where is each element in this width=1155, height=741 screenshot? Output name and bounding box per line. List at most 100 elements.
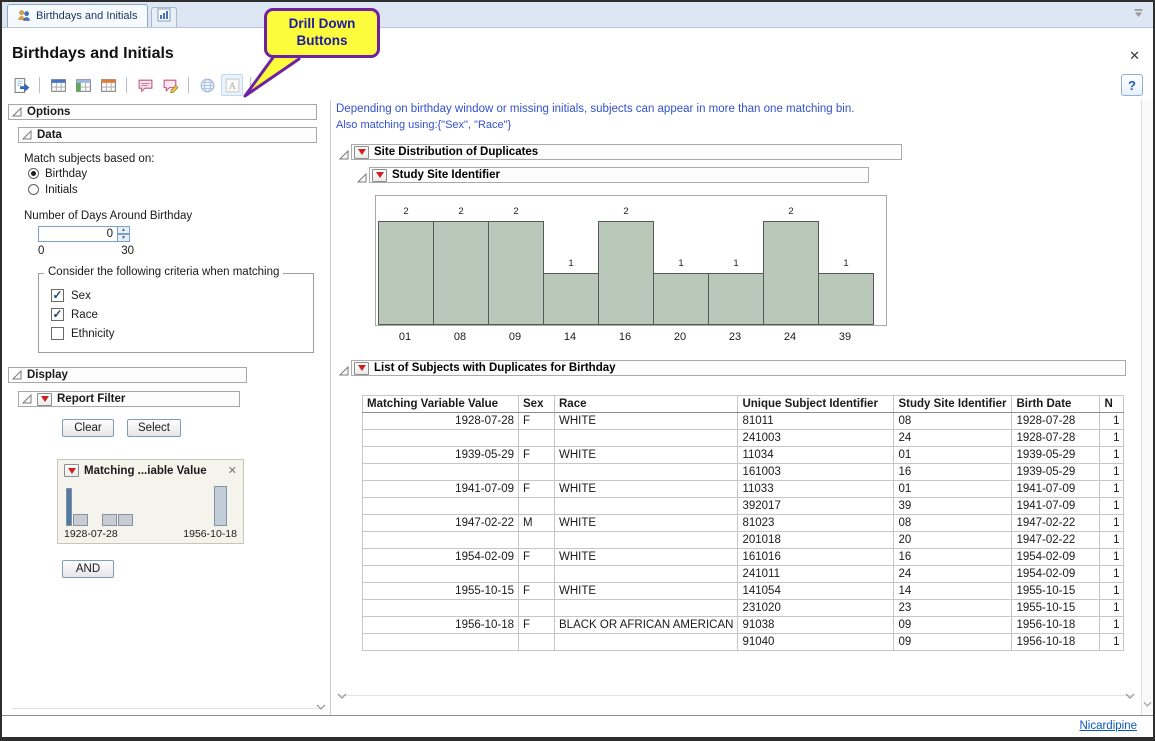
table-cell[interactable] <box>519 430 555 447</box>
font-annotation-button[interactable]: A <box>221 74 243 96</box>
table-cell[interactable]: 1956-10-18 <box>1012 617 1100 634</box>
table-cell[interactable]: 01 <box>894 481 1012 498</box>
close-icon[interactable]: ✕ <box>1129 48 1140 64</box>
table-cell[interactable]: 20 <box>894 532 1012 549</box>
study-site-header[interactable]: Study Site Identifier <box>369 167 869 183</box>
table-cell[interactable]: 81011 <box>738 413 894 430</box>
table-cell[interactable]: 1 <box>1100 413 1124 430</box>
vertical-scrollbar[interactable] <box>1141 100 1153 715</box>
table-cell[interactable]: WHITE <box>555 447 738 464</box>
table-cell[interactable]: 1954-02-09 <box>1012 566 1100 583</box>
checkbox-option[interactable]: ✓Sex <box>51 286 303 305</box>
table-row[interactable]: 1928-07-28FWHITE81011081928-07-281 <box>363 413 1124 430</box>
table-cell[interactable]: 91040 <box>738 634 894 651</box>
table-row[interactable]: 1941-07-09FWHITE11033011941-07-091 <box>363 481 1124 498</box>
site-distribution-header[interactable]: Site Distribution of Duplicates <box>351 144 902 160</box>
update-button[interactable] <box>196 74 218 96</box>
table-cell[interactable]: 201018 <box>738 532 894 549</box>
histogram-bar[interactable] <box>378 221 434 325</box>
table-cell[interactable]: 08 <box>894 413 1012 430</box>
table-cell[interactable]: 09 <box>894 634 1012 651</box>
table-cell[interactable]: 1928-07-28 <box>1012 430 1100 447</box>
help-button[interactable]: ? <box>1121 74 1143 96</box>
checkbox-option[interactable]: Ethnicity <box>51 324 303 343</box>
column-header[interactable]: N <box>1100 396 1124 413</box>
disclosure-icon[interactable] <box>22 394 32 404</box>
histogram-bar[interactable] <box>818 273 874 325</box>
table-cell[interactable] <box>519 566 555 583</box>
filter-histogram-bar[interactable] <box>66 488 72 526</box>
table-cell[interactable]: 1955-10-15 <box>1012 583 1100 600</box>
spinner-up-icon[interactable]: ▲ <box>118 226 130 234</box>
main-hscrollbar-track[interactable] <box>341 695 1131 696</box>
red-triangle-menu-button[interactable] <box>64 464 79 477</box>
table-cell[interactable]: 141054 <box>738 583 894 600</box>
table-cell[interactable] <box>555 634 738 651</box>
table-cell[interactable]: F <box>519 447 555 464</box>
new-report-button[interactable] <box>10 74 32 96</box>
table-row[interactable]: 392017391941-07-091 <box>363 498 1124 515</box>
table-cell[interactable]: WHITE <box>555 583 738 600</box>
toolbar-collapse-icon[interactable] <box>1133 6 1144 24</box>
table-cell[interactable]: 1947-02-22 <box>1012 532 1100 549</box>
table-cell[interactable]: 23 <box>894 600 1012 617</box>
table-cell[interactable]: 11033 <box>738 481 894 498</box>
table-row[interactable]: 241011241954-02-091 <box>363 566 1124 583</box>
column-header[interactable]: Sex <box>519 396 555 413</box>
table-cell[interactable] <box>519 532 555 549</box>
dataset-link[interactable]: Nicardipine <box>1079 720 1137 732</box>
table-cell[interactable]: 1956-10-18 <box>1012 634 1100 651</box>
table-cell[interactable] <box>555 430 738 447</box>
table-cell[interactable]: 1 <box>1100 481 1124 498</box>
disclosure-icon[interactable] <box>12 370 22 380</box>
table-cell[interactable]: 1939-05-29 <box>363 447 519 464</box>
and-button[interactable]: AND <box>62 560 114 578</box>
table-cell[interactable]: WHITE <box>555 481 738 498</box>
table-cell[interactable] <box>363 532 519 549</box>
table-cell[interactable]: 1 <box>1100 515 1124 532</box>
filter-histogram-bar[interactable] <box>214 486 227 526</box>
disclosure-icon[interactable] <box>22 130 32 140</box>
table-cell[interactable] <box>363 600 519 617</box>
filter-histogram-bar[interactable] <box>73 514 88 526</box>
histogram-bar[interactable] <box>708 273 764 325</box>
table-cell[interactable]: 39 <box>894 498 1012 515</box>
table-cell[interactable] <box>519 464 555 481</box>
table-cell[interactable]: 1954-02-09 <box>1012 549 1100 566</box>
column-header[interactable]: Matching Variable Value <box>363 396 519 413</box>
days-spinner[interactable]: ▲ ▼ <box>118 226 130 242</box>
table-cell[interactable]: 1 <box>1100 447 1124 464</box>
table-cell[interactable]: WHITE <box>555 413 738 430</box>
table-cell[interactable]: F <box>519 617 555 634</box>
table-row[interactable]: 91040091956-10-181 <box>363 634 1124 651</box>
table-cell[interactable]: M <box>519 515 555 532</box>
histogram-bar[interactable] <box>433 221 489 325</box>
clear-button[interactable]: Clear <box>62 419 114 437</box>
table-cell[interactable] <box>555 464 738 481</box>
data-section-header[interactable]: Data <box>18 127 317 143</box>
table-cell[interactable]: 1 <box>1100 583 1124 600</box>
table-cell[interactable]: F <box>519 413 555 430</box>
histogram-bar[interactable] <box>598 221 654 325</box>
summary-table-button[interactable] <box>72 74 94 96</box>
table-row[interactable]: 1947-02-22MWHITE81023081947-02-221 <box>363 515 1124 532</box>
table-row[interactable]: 161003161939-05-291 <box>363 464 1124 481</box>
column-header[interactable]: Unique Subject Identifier <box>738 396 894 413</box>
table-cell[interactable]: BLACK OR AFRICAN AMERICAN <box>555 617 738 634</box>
red-triangle-menu-button[interactable] <box>372 169 387 182</box>
tab-birthdays-and-initials[interactable]: Birthdays and Initials <box>7 4 148 27</box>
table-cell[interactable]: 1 <box>1100 549 1124 566</box>
table-cell[interactable]: 24 <box>894 430 1012 447</box>
histogram-bar[interactable] <box>543 273 599 325</box>
radio-option[interactable]: Birthday <box>28 166 330 181</box>
data-table-button[interactable] <box>47 74 69 96</box>
disclosure-icon[interactable] <box>12 107 22 117</box>
left-hscrollbar-track[interactable] <box>12 708 320 709</box>
table-cell[interactable] <box>363 634 519 651</box>
column-header[interactable]: Birth Date <box>1012 396 1100 413</box>
notes-button[interactable] <box>134 74 156 96</box>
table-cell[interactable]: 241011 <box>738 566 894 583</box>
table-cell[interactable]: WHITE <box>555 515 738 532</box>
table-cell[interactable]: 1 <box>1100 566 1124 583</box>
table-cell[interactable]: 16 <box>894 464 1012 481</box>
